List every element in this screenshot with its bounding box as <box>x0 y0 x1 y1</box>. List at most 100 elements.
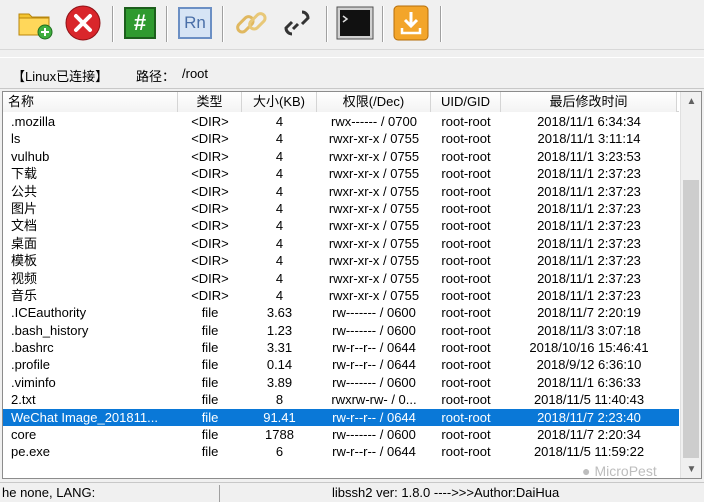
file-owner: root-root <box>441 183 491 199</box>
file-type: file <box>201 374 219 390</box>
new-folder-button[interactable] <box>16 4 54 42</box>
table-row[interactable]: core file 1788 rw------- / 0600 root-root 201… <box>3 426 679 443</box>
file-type: file <box>201 322 219 338</box>
table-row[interactable]: 桌面 <DIR> 4 rwxr-xr-x / 0755 root-root 2018/11… <box>3 235 679 252</box>
table-row[interactable]: ls <DIR> 4 rwxr-xr-x / 0755 root-root 2018/11… <box>3 130 679 147</box>
file-owner: root-root <box>441 148 491 164</box>
file-size: 4 <box>275 200 284 216</box>
file-type: <DIR> <box>191 183 229 199</box>
column-header-type[interactable]: 类型 <box>178 92 242 112</box>
chain-link-icon <box>236 12 267 34</box>
file-type: <DIR> <box>191 218 229 234</box>
file-size: 4 <box>275 235 284 251</box>
column-header-modified[interactable]: 最后修改时间 <box>501 92 677 112</box>
link-button[interactable] <box>232 4 270 42</box>
file-permissions: rwxr-xr-x / 0755 <box>328 183 420 199</box>
file-permissions: rwxr-xr-x / 0755 <box>328 166 420 182</box>
file-owner: root-root <box>441 444 491 460</box>
table-row[interactable]: 视频 <DIR> 4 rwxr-xr-x / 0755 root-root 2018/11… <box>3 270 679 287</box>
file-owner: root-root <box>441 235 491 251</box>
table-row-selected[interactable]: WeChat Image_201811... file 91.41 rw-r--r--… <box>3 408 679 427</box>
table-header: 名称 类型 大小(KB) 权限(/Dec) UID/GID 最后修改时间 <box>3 92 679 112</box>
hash-button[interactable]: # <box>121 4 159 42</box>
scrollbar-thumb[interactable] <box>683 180 699 458</box>
download-icon <box>393 5 429 41</box>
file-permissions: rwx------ / 0700 <box>331 114 417 129</box>
column-header-permissions[interactable]: 权限(/Dec) <box>317 92 431 112</box>
column-header-size[interactable]: 大小(KB) <box>242 92 317 112</box>
file-modified: 2018/11/3 3:07:18 <box>537 322 641 338</box>
file-list[interactable]: 名称 类型 大小(KB) 权限(/Dec) UID/GID 最后修改时间 .mo… <box>2 91 702 479</box>
file-modified: 2018/9/12 6:36:10 <box>536 357 642 373</box>
file-type: <DIR> <box>191 235 229 251</box>
file-type: <DIR> <box>191 131 229 147</box>
file-owner: root-root <box>441 340 491 356</box>
scroll-down-arrow-icon[interactable]: ▼ <box>681 460 701 478</box>
delete-button[interactable] <box>64 4 102 42</box>
file-name: 图片 <box>11 200 38 216</box>
table-row[interactable]: 图片 <DIR> 4 rwxr-xr-x / 0755 root-root 2018/11… <box>3 200 679 217</box>
file-size: 4 <box>275 131 284 147</box>
watermark-text: MicroPest <box>594 463 657 479</box>
file-name: WeChat Image_201811... <box>11 409 158 425</box>
table-row[interactable]: .viminfo file 3.89 rw------- / 0600 root-roo… <box>3 374 679 391</box>
table-row[interactable]: .bashrc file 3.31 rw-r--r-- / 0644 root-root… <box>3 339 679 356</box>
rename-button[interactable]: Rn <box>176 4 214 42</box>
rn-icon: Rn <box>178 7 212 39</box>
file-type: file <box>201 427 219 443</box>
vertical-scrollbar[interactable]: ▲ ▼ <box>680 92 701 478</box>
file-owner: root-root <box>441 166 491 182</box>
table-row[interactable]: .profile file 0.14 rw-r--r-- / 0644 root-roo… <box>3 356 679 373</box>
file-permissions: rw-r--r-- / 0644 <box>332 444 416 460</box>
toolbar-separator <box>222 6 224 42</box>
table-row[interactable]: vulhub <DIR> 4 rwxr-xr-x / 0755 root-root 201… <box>3 148 679 165</box>
file-type: <DIR> <box>191 287 229 303</box>
file-owner: root-root <box>441 409 491 425</box>
file-size: 4 <box>275 218 284 234</box>
file-owner: root-root <box>441 114 491 129</box>
toolbar-separator <box>440 6 442 42</box>
toolbar: # Rn <box>0 0 704 50</box>
connection-status: 【Linux已连接】 <box>12 69 109 84</box>
unlink-button[interactable] <box>278 4 316 42</box>
red-x-icon <box>65 5 101 41</box>
file-name: 2.txt <box>11 392 36 408</box>
terminal-button[interactable] <box>336 4 374 42</box>
file-permissions: rwxrw-rw- / 0... <box>331 392 417 408</box>
file-type: <DIR> <box>191 166 229 182</box>
table-row[interactable]: .ICEauthority file 3.63 rw------- / 0600 roo… <box>3 304 679 321</box>
scroll-up-arrow-icon[interactable]: ▲ <box>681 92 701 110</box>
file-owner: root-root <box>441 200 491 216</box>
table-row[interactable]: 模板 <DIR> 4 rwxr-xr-x / 0755 root-root 2018/11… <box>3 252 679 269</box>
file-modified: 2018/11/1 6:36:33 <box>537 374 641 390</box>
download-button[interactable] <box>392 4 430 42</box>
green-hash-icon: # <box>124 7 156 39</box>
table-row[interactable]: 公共 <DIR> 4 rwxr-xr-x / 0755 root-root 2018/11… <box>3 183 679 200</box>
terminal-icon <box>336 6 374 40</box>
table-row[interactable]: .mozilla <DIR> 4 rwx------ / 0700 root-root 2… <box>3 113 679 130</box>
file-type: <DIR> <box>191 148 229 164</box>
column-header-uid-gid[interactable]: UID/GID <box>431 92 501 112</box>
table-row[interactable]: 文档 <DIR> 4 rwxr-xr-x / 0755 root-root 2018/11… <box>3 217 679 234</box>
file-size: 1788 <box>265 427 294 443</box>
file-owner: root-root <box>441 427 491 443</box>
file-permissions: rwxr-xr-x / 0755 <box>328 235 420 251</box>
table-row[interactable]: 音乐 <DIR> 4 rwxr-xr-x / 0755 root-root 2018/11… <box>3 287 679 304</box>
file-modified: 2018/10/16 15:46:41 <box>529 340 649 356</box>
broken-link-icon <box>284 10 310 36</box>
table-row[interactable]: .bash_history file 1.23 rw------- / 0600 roo… <box>3 322 679 339</box>
column-header-name[interactable]: 名称 <box>3 92 178 112</box>
file-permissions: rwxr-xr-x / 0755 <box>328 270 420 286</box>
file-name: 音乐 <box>11 287 38 303</box>
table-row[interactable]: 下载 <DIR> 4 rwxr-xr-x / 0755 root-root 2018/11… <box>3 165 679 182</box>
file-name: .bash_history <box>11 322 89 338</box>
file-type: file <box>201 340 219 356</box>
file-size: 3.89 <box>266 374 293 390</box>
file-size: 4 <box>275 183 284 199</box>
file-owner: root-root <box>441 131 491 147</box>
file-permissions: rwxr-xr-x / 0755 <box>328 253 420 269</box>
file-owner: root-root <box>441 305 491 321</box>
table-row[interactable]: pe.exe file 6 rw-r--r-- / 0644 root-root 2018… <box>3 443 679 460</box>
file-permissions: rw-r--r-- / 0644 <box>332 357 416 373</box>
table-row[interactable]: 2.txt file 8 rwxrw-rw- / 0... root-root 2018/… <box>3 391 679 408</box>
